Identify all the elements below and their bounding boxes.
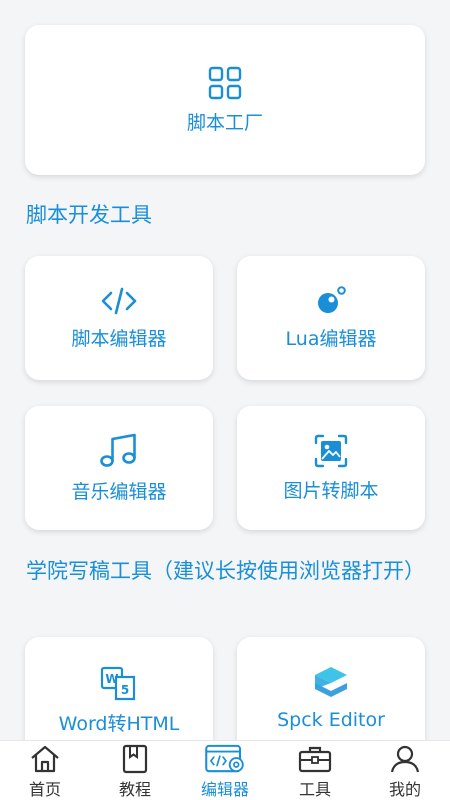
nav-tutorial[interactable]: 教程 (90, 741, 180, 800)
image-frame-icon (314, 434, 348, 467)
bottom-nav: 首页 教程 编辑器 工具 我的 (0, 740, 450, 800)
book-icon (122, 744, 148, 774)
script-editor-label: 脚本编辑器 (71, 327, 167, 350)
spck-logo-icon (315, 667, 347, 697)
image-to-script-label: 图片转脚本 (283, 479, 379, 502)
section-title-writing-tools: 学院写稿工具（建议长按使用浏览器打开） (26, 559, 425, 583)
section-title-dev-tools: 脚本开发工具 (26, 203, 152, 227)
word-html-icon: W 5 (100, 666, 136, 701)
grid-icon (208, 66, 242, 99)
script-editor-card[interactable]: 脚本编辑器 (25, 256, 213, 380)
nav-profile[interactable]: 我的 (360, 741, 450, 800)
nav-editor[interactable]: 编辑器 (180, 741, 270, 800)
word-to-html-label: Word转HTML (58, 713, 180, 735)
nav-home-label: 首页 (28, 780, 61, 799)
nav-editor-label: 编辑器 (200, 780, 249, 799)
script-factory-label: 脚本工厂 (186, 111, 263, 134)
script-factory-card[interactable]: 脚本工厂 (25, 25, 425, 175)
image-to-script-card[interactable]: 图片转脚本 (237, 406, 425, 530)
editor-gear-icon (205, 744, 244, 773)
nav-home[interactable]: 首页 (0, 741, 90, 800)
music-note-icon (100, 433, 136, 467)
lua-editor-label: Lua编辑器 (285, 327, 377, 350)
music-editor-label: 音乐编辑器 (71, 480, 167, 503)
nav-tutorial-label: 教程 (118, 780, 151, 799)
toolbox-icon (298, 746, 332, 773)
nav-profile-label: 我的 (388, 780, 421, 799)
lua-icon (318, 285, 346, 313)
code-icon (101, 287, 137, 314)
svg-text:5: 5 (121, 683, 129, 697)
spck-editor-label: Spck Editor (277, 709, 385, 731)
music-editor-card[interactable]: 音乐编辑器 (25, 406, 213, 530)
lua-editor-card[interactable]: Lua编辑器 (237, 256, 425, 380)
home-icon (31, 745, 59, 773)
nav-tools[interactable]: 工具 (270, 741, 360, 800)
nav-tools-label: 工具 (298, 780, 331, 799)
user-icon (390, 745, 420, 773)
